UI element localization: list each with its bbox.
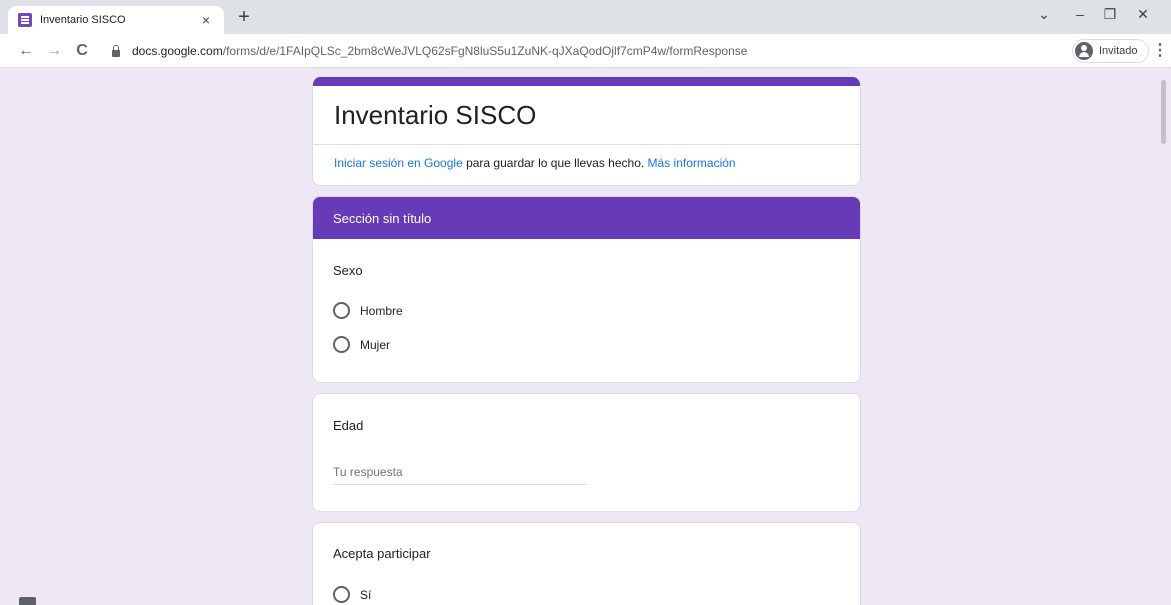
question-card-acepta: Acepta participar Sí bbox=[312, 522, 861, 605]
question-label-edad: Edad bbox=[333, 418, 364, 433]
profile-button[interactable]: Invitado bbox=[1072, 39, 1149, 63]
google-forms-favicon-icon bbox=[18, 13, 32, 27]
guest-avatar-icon bbox=[1075, 42, 1093, 60]
forward-button[interactable]: → bbox=[44, 41, 64, 61]
question-label-sexo: Sexo bbox=[333, 263, 363, 278]
section-title: Sección sin título bbox=[313, 197, 860, 239]
restore-button[interactable]: ❐ bbox=[1100, 6, 1120, 23]
form-header-card: Inventario SISCO Iniciar sesión en Googl… bbox=[312, 77, 861, 186]
tab-title: Inventario SISCO bbox=[40, 14, 126, 26]
edad-answer-input[interactable] bbox=[333, 460, 587, 485]
scrollbar-thumb[interactable] bbox=[1161, 80, 1166, 144]
tab-search-icon[interactable]: ⌄ bbox=[1034, 6, 1054, 23]
tab-close-icon[interactable]: × bbox=[198, 12, 214, 28]
question-label-acepta: Acepta participar bbox=[333, 546, 431, 561]
form-title: Inventario SISCO bbox=[334, 100, 537, 130]
signin-notice: Iniciar sesión en Google para guardar lo… bbox=[334, 156, 736, 170]
radio-button[interactable] bbox=[333, 302, 350, 319]
browser-tab[interactable]: Inventario SISCO × bbox=[8, 6, 224, 34]
close-window-button[interactable]: ✕ bbox=[1133, 6, 1153, 23]
radio-option-si[interactable]: Sí bbox=[333, 586, 371, 603]
minimize-button[interactable]: – bbox=[1070, 6, 1090, 22]
header-accent-bar bbox=[313, 77, 860, 86]
reload-button[interactable]: C bbox=[72, 41, 92, 61]
browser-toolbar: ← → C docs.google.com/forms/d/e/1FAIpQLS… bbox=[0, 34, 1171, 68]
tab-strip: Inventario SISCO × + ⌄ – ❐ ✕ bbox=[0, 0, 1171, 34]
radio-option-hombre[interactable]: Hombre bbox=[333, 302, 403, 319]
url-path: /forms/d/e/1FAIpQLSc_2bm8cWeJVLQ62sFgN8l… bbox=[222, 44, 748, 58]
address-bar[interactable]: docs.google.com/forms/d/e/1FAIpQLSc_2bm8… bbox=[104, 38, 1062, 64]
section-card: Sección sin título Sexo Hombre Mujer bbox=[312, 196, 861, 383]
report-issue-icon[interactable] bbox=[19, 597, 36, 605]
radio-label: Mujer bbox=[360, 337, 391, 352]
more-info-link[interactable]: Más información bbox=[648, 156, 736, 170]
profile-name: Invitado bbox=[1099, 45, 1138, 57]
lock-icon bbox=[110, 45, 122, 57]
question-card-edad: Edad bbox=[312, 393, 861, 512]
divider bbox=[313, 144, 860, 145]
new-tab-button[interactable]: + bbox=[232, 6, 256, 30]
back-button[interactable]: ← bbox=[16, 41, 36, 61]
radio-option-mujer[interactable]: Mujer bbox=[333, 336, 390, 353]
radio-button[interactable] bbox=[333, 336, 350, 353]
radio-button[interactable] bbox=[333, 586, 350, 603]
url-text: docs.google.com/forms/d/e/1FAIpQLSc_2bm8… bbox=[132, 44, 747, 58]
signin-link[interactable]: Iniciar sesión en Google bbox=[334, 156, 463, 170]
radio-label: Hombre bbox=[360, 303, 403, 318]
radio-label: Sí bbox=[360, 587, 372, 602]
browser-menu-button[interactable]: ⋮ bbox=[1152, 41, 1168, 61]
signin-text: para guardar lo que llevas hecho. bbox=[462, 156, 648, 170]
url-domain: docs.google.com bbox=[132, 44, 223, 58]
page-scrollbar[interactable] bbox=[1156, 68, 1171, 605]
